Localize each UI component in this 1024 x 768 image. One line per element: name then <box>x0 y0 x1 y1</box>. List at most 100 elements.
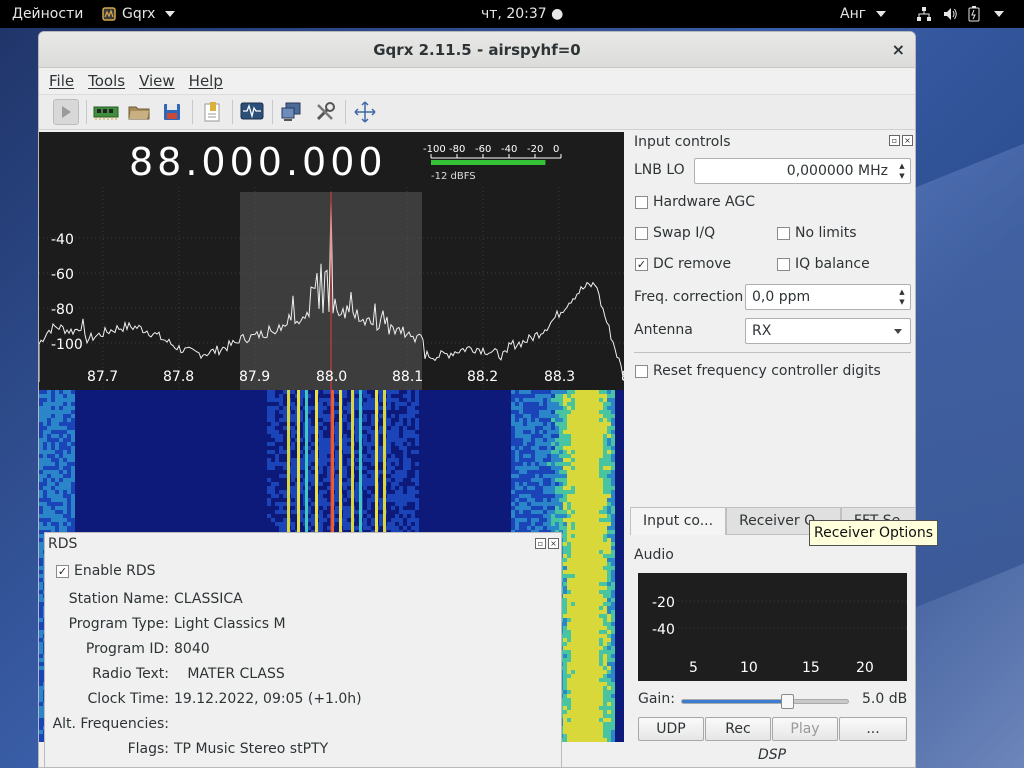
remote-control-button[interactable] <box>279 99 305 125</box>
settings-button[interactable] <box>312 99 338 125</box>
play-icon <box>62 106 71 118</box>
waterfall-cell <box>603 546 607 550</box>
waterfall-cell <box>411 498 415 502</box>
menu-file[interactable]: File <box>49 68 74 94</box>
waterfall-cell <box>611 662 615 666</box>
waterfall-cell <box>587 562 591 566</box>
waterfall-cell <box>379 414 383 418</box>
waterfall-cell <box>539 454 543 458</box>
waterfall-cell <box>395 478 399 482</box>
waterfall-cell <box>407 510 411 514</box>
waterfall-cell <box>355 450 359 454</box>
waterfall-cell <box>583 426 587 430</box>
clock[interactable]: чт, 20:37 ● <box>481 5 563 23</box>
waterfall-cell <box>547 430 551 434</box>
waterfall-cell <box>367 490 371 494</box>
waterfall-cell <box>571 438 575 442</box>
window-titlebar[interactable]: Gqrx 2.11.5 - airspyhf=0 × <box>39 32 915 68</box>
waterfall-cell <box>575 622 579 626</box>
waterfall-cell <box>563 410 567 414</box>
waterfall-cell <box>283 390 287 394</box>
waterfall-cell <box>343 406 347 410</box>
waterfall-cell <box>595 654 599 658</box>
save-settings-button[interactable] <box>159 99 185 125</box>
spectrum-plot[interactable]: -40 -60 -80 -100 87.7 87.8 87.9 88.0 88.1 88.2 88.… <box>39 132 624 390</box>
waterfall-cell <box>591 606 595 610</box>
waterfall-cell <box>567 522 571 526</box>
waterfall-cell <box>379 498 383 502</box>
waterfall-cell <box>511 458 515 462</box>
waterfall-cell <box>583 578 587 582</box>
toolbar-separator <box>345 100 346 124</box>
waterfall-cell <box>567 690 571 694</box>
waterfall-cell <box>567 466 571 470</box>
waterfall-cell <box>63 474 67 478</box>
waterfall-cell <box>575 526 579 530</box>
waterfall-cell <box>543 462 547 466</box>
menu-tools[interactable]: Tools <box>88 68 125 94</box>
waterfall-cell <box>39 514 43 518</box>
waterfall-cell <box>343 394 347 398</box>
waterfall-cell <box>599 586 603 590</box>
waterfall-cell <box>387 478 391 482</box>
waterfall-cell <box>563 422 567 426</box>
toolbar-separator <box>232 100 233 124</box>
waterfall-cell <box>555 426 559 430</box>
waterfall-cell <box>603 470 607 474</box>
system-tray[interactable] <box>916 6 1004 22</box>
waterfall-cell <box>279 506 283 510</box>
add-bookmark-button[interactable] <box>199 99 225 125</box>
menu-view[interactable]: View <box>139 68 175 94</box>
waterfall-cell <box>583 598 587 602</box>
waterfall-cell <box>595 462 599 466</box>
waterfall-cell <box>267 514 271 518</box>
waterfall-cell <box>583 618 587 622</box>
waterfall-cell <box>47 418 51 422</box>
plotter-area[interactable]: -40 -60 -80 -100 87.7 87.8 87.9 88.0 88.1 88.2 88.… <box>39 132 624 767</box>
waterfall-cell <box>595 726 599 730</box>
io-devices-button[interactable] <box>93 99 119 125</box>
waterfall-cell <box>583 694 587 698</box>
waterfall-cell <box>587 530 591 534</box>
waterfall-cell <box>39 630 43 634</box>
fullscreen-button[interactable] <box>352 99 378 125</box>
frequency-display[interactable]: 88.000.000 <box>129 140 387 184</box>
waterfall-cell <box>583 466 587 470</box>
load-settings-button[interactable] <box>126 99 152 125</box>
language-indicator[interactable]: Анг <box>840 5 887 23</box>
waterfall-cell <box>599 474 603 478</box>
hardware-icon <box>93 106 119 120</box>
waterfall-cell <box>395 502 399 506</box>
waterfall-cell <box>563 638 567 642</box>
waterfall-cell <box>279 462 283 466</box>
close-icon[interactable]: × <box>892 32 905 68</box>
waterfall-cell <box>347 494 351 498</box>
waterfall-cell <box>575 678 579 682</box>
app-menu[interactable]: Gqrx <box>102 5 176 23</box>
waterfall-cell <box>267 462 271 466</box>
waterfall-cell <box>575 486 579 490</box>
waterfall-cell <box>567 678 571 682</box>
waterfall-cell <box>55 458 59 462</box>
waterfall-cell <box>611 510 615 514</box>
waterfall-cell <box>591 518 595 522</box>
iq-tool-button[interactable] <box>239 99 265 125</box>
waterfall-cell <box>607 702 611 706</box>
waterfall-cell <box>335 498 339 502</box>
waterfall-cell <box>599 590 603 594</box>
waterfall-cell <box>559 474 563 478</box>
activities-button[interactable]: Дейности <box>12 5 83 23</box>
waterfall-cell <box>543 510 547 514</box>
waterfall-cell <box>583 722 587 726</box>
waterfall-cell <box>51 418 55 422</box>
waterfall-cell <box>591 726 595 730</box>
waterfall-cell <box>603 726 607 730</box>
menu-help[interactable]: Help <box>189 68 223 94</box>
waterfall-cell <box>543 410 547 414</box>
waterfall-cell <box>607 470 611 474</box>
waterfall-cell <box>43 442 47 446</box>
waterfall-cell <box>611 550 615 554</box>
start-dsp-button[interactable] <box>53 99 79 125</box>
waterfall-cell <box>363 482 367 486</box>
waterfall-cell <box>595 458 599 462</box>
